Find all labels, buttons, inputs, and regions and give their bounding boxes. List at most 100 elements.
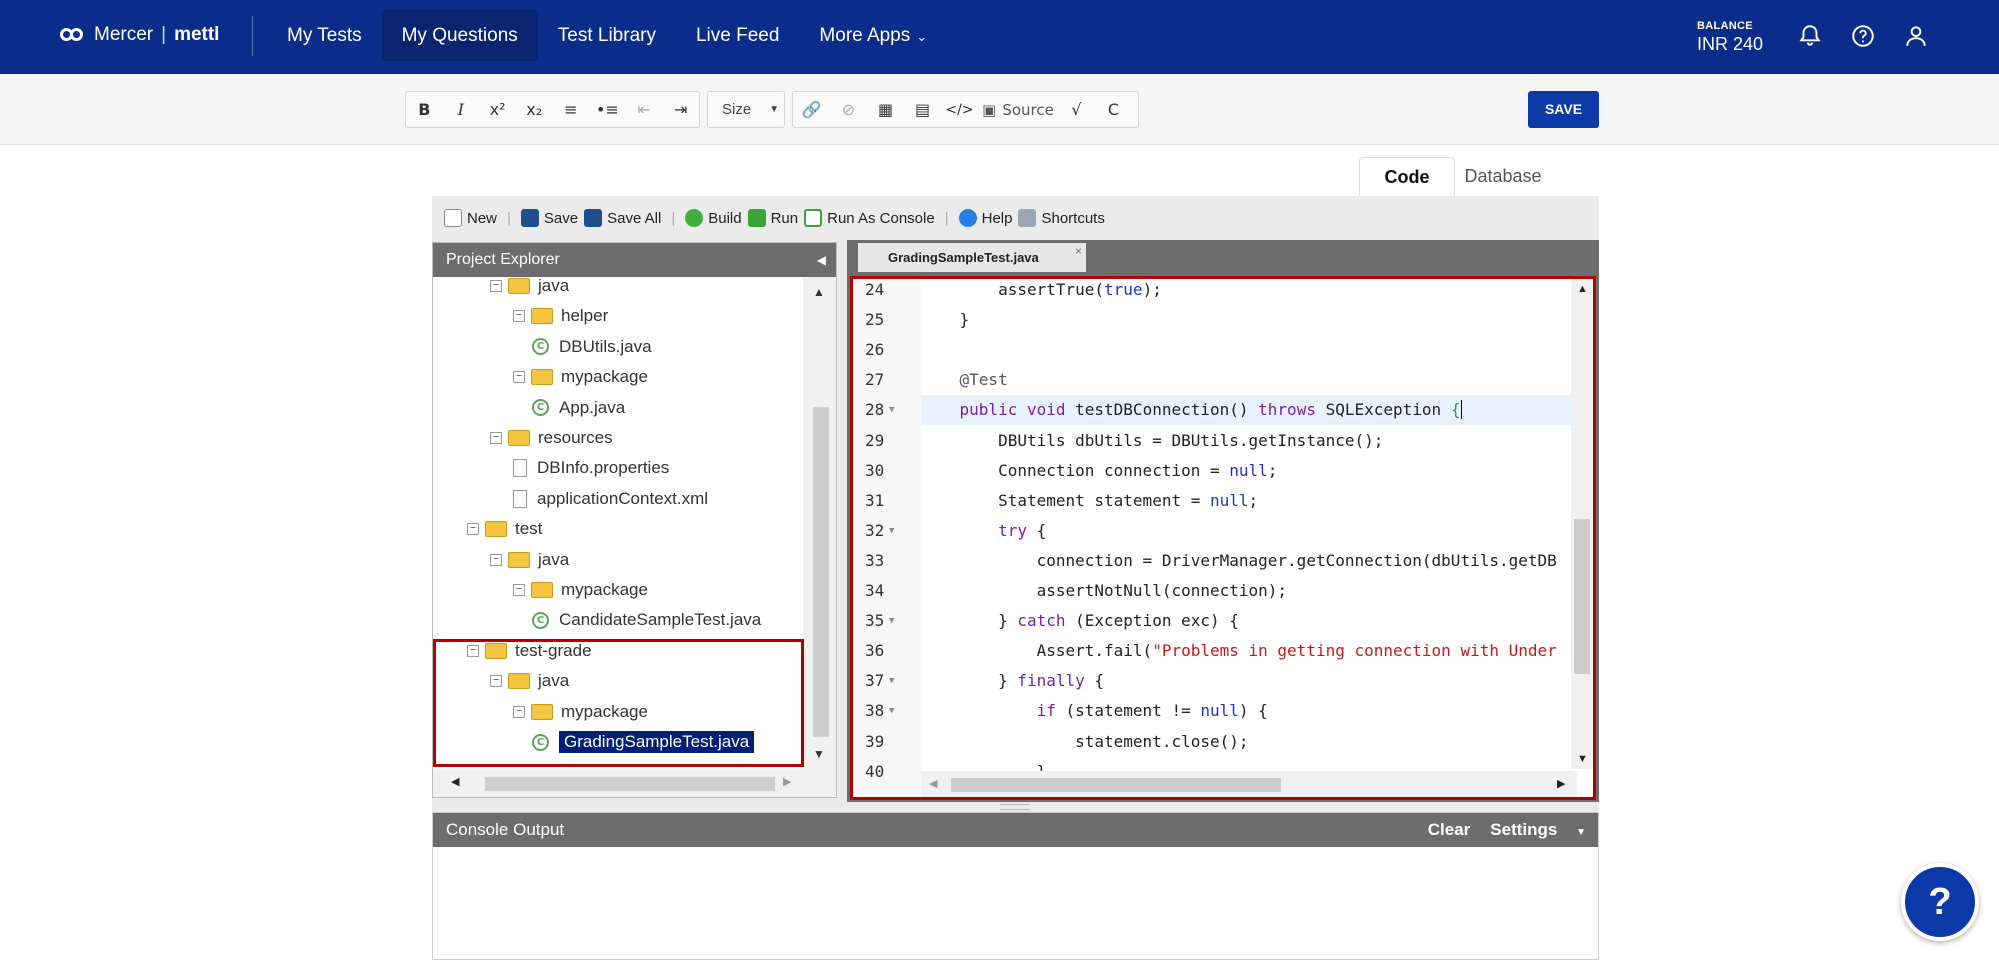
- collapse-toggle-icon[interactable]: −: [513, 310, 525, 323]
- scroll-down-icon[interactable]: ▼: [1577, 753, 1588, 765]
- scroll-right-icon[interactable]: ▶: [1557, 777, 1565, 790]
- code-line[interactable]: assertNotNull(connection);: [921, 576, 1571, 606]
- tree-node[interactable]: − mypackage: [513, 575, 648, 605]
- help-chat-button[interactable]: ?: [1901, 863, 1979, 941]
- nav-live-feed[interactable]: Live Feed: [676, 10, 799, 61]
- scroll-up-icon[interactable]: ▲: [813, 285, 825, 299]
- link-icon[interactable]: 🔗: [793, 92, 830, 127]
- nav-my-tests[interactable]: My Tests: [267, 10, 382, 61]
- scroll-down-icon[interactable]: ▼: [813, 747, 825, 761]
- code-line[interactable]: if (statement != null) {: [921, 696, 1571, 726]
- code-line[interactable]: }: [921, 305, 1571, 335]
- bold-icon[interactable]: B: [406, 92, 443, 127]
- collapse-toggle-icon[interactable]: −: [490, 432, 502, 444]
- tree-node[interactable]: − resources: [490, 423, 613, 453]
- new-button[interactable]: New: [444, 209, 497, 227]
- code-line[interactable]: Statement statement = null;: [921, 486, 1571, 516]
- console-settings-button[interactable]: Settings ▼: [1490, 813, 1586, 850]
- nav-test-library[interactable]: Test Library: [538, 10, 676, 61]
- run-as-console-button[interactable]: Run As Console: [804, 209, 935, 227]
- run-button[interactable]: Run: [747, 209, 798, 227]
- source-button[interactable]: ▣ Source: [978, 92, 1058, 127]
- unlink-icon[interactable]: ⊘: [830, 92, 867, 127]
- code-line[interactable]: } catch (Exception exc) {: [921, 606, 1571, 636]
- code-line[interactable]: DBUtils dbUtils = DBUtils.getInstance();: [921, 426, 1571, 456]
- tab-code[interactable]: Code: [1359, 157, 1455, 196]
- help-circle-icon[interactable]: [1850, 23, 1876, 49]
- code-area[interactable]: 24 25 26 27 28 ▼ 29 30 31 32 ▼ 33 34 35 ▼ 36 37 ▼ 38 ▼ 39 40 …: [850, 276, 1596, 800]
- tree-node[interactable]: C App.java: [532, 393, 625, 423]
- code-line[interactable]: assertTrue(true);: [921, 279, 1571, 305]
- close-tab-icon[interactable]: ×: [1075, 237, 1082, 266]
- collapse-toggle-icon[interactable]: −: [513, 584, 525, 596]
- tree-node[interactable]: − java: [490, 277, 569, 301]
- fold-arrow-icon[interactable]: ▼: [889, 516, 894, 546]
- collapse-toggle-icon[interactable]: −: [513, 371, 525, 384]
- bell-icon[interactable]: [1797, 23, 1823, 49]
- code-line[interactable]: Assert.fail("Problems in getting connect…: [921, 636, 1571, 666]
- clear-button[interactable]: Clear: [1428, 813, 1471, 850]
- tree-node[interactable]: DBInfo.properties: [513, 453, 669, 483]
- table-icon[interactable]: ▦: [867, 92, 904, 127]
- code-horizontal-scrollbar[interactable]: ◀ ▶: [921, 771, 1577, 797]
- panel-resize-handle[interactable]: [1000, 804, 1030, 810]
- collapse-panel-icon[interactable]: ◀: [817, 243, 826, 277]
- scrollbar-thumb[interactable]: [813, 407, 829, 737]
- superscript-icon[interactable]: x²: [479, 92, 516, 127]
- increase-indent-icon[interactable]: ⇥: [662, 92, 699, 127]
- font-size-select[interactable]: Size ▼: [707, 91, 785, 128]
- tree-node[interactable]: − java: [490, 545, 569, 575]
- code-line[interactable]: connection = DriverManager.getConnection…: [921, 546, 1571, 576]
- help-button[interactable]: Help: [958, 209, 1012, 227]
- save-button[interactable]: SAVE: [1528, 91, 1599, 128]
- code-line[interactable]: statement.close();: [921, 727, 1571, 757]
- subscript-icon[interactable]: x₂: [516, 92, 553, 127]
- ide-save-button[interactable]: Save: [520, 209, 578, 227]
- mercer-mettl-logo[interactable]: Mercer | mettl: [60, 24, 219, 46]
- scroll-left-icon[interactable]: ◀: [451, 775, 459, 788]
- build-button[interactable]: Build: [685, 209, 742, 227]
- code-line[interactable]: try {: [921, 516, 1571, 546]
- collapse-toggle-icon[interactable]: −: [467, 523, 479, 536]
- scrollbar-thumb[interactable]: [1574, 519, 1590, 674]
- tree-node[interactable]: C DBUtils.java: [532, 332, 652, 362]
- fold-arrow-icon[interactable]: ▼: [889, 696, 894, 726]
- code-line[interactable]: Connection connection = null;: [921, 456, 1571, 486]
- scroll-right-icon[interactable]: ▶: [783, 775, 791, 788]
- tree-node[interactable]: − helper: [513, 301, 608, 331]
- code-snippet-icon[interactable]: </>: [941, 92, 978, 127]
- math-formula-icon[interactable]: √: [1058, 92, 1095, 127]
- collapse-toggle-icon[interactable]: −: [490, 280, 502, 292]
- code-vertical-scrollbar[interactable]: ▲ ▼: [1571, 279, 1593, 769]
- user-profile-icon[interactable]: [1903, 23, 1929, 49]
- code-line[interactable]: public void testDBConnection() throws SQ…: [921, 395, 1571, 426]
- bulleted-list-icon[interactable]: •≡: [589, 92, 626, 127]
- scrollbar-thumb[interactable]: [951, 778, 1281, 792]
- save-all-button[interactable]: Save All: [584, 209, 661, 227]
- media-icon[interactable]: ▤: [904, 92, 941, 127]
- fold-arrow-icon[interactable]: ▼: [889, 395, 894, 425]
- tab-database[interactable]: Database: [1455, 157, 1551, 196]
- code-line[interactable]: [921, 335, 1571, 365]
- fold-arrow-icon[interactable]: ▼: [889, 666, 894, 696]
- italic-icon[interactable]: I: [443, 92, 480, 127]
- nav-more-apps[interactable]: More Apps ⌄: [799, 10, 947, 61]
- decrease-indent-icon[interactable]: ⇤: [626, 92, 663, 127]
- file-tab[interactable]: GradingSampleTest.java ×: [858, 243, 1086, 272]
- chemistry-icon[interactable]: C: [1095, 92, 1132, 127]
- fold-arrow-icon[interactable]: ▼: [889, 606, 894, 636]
- scroll-up-icon[interactable]: ▲: [1577, 283, 1588, 295]
- collapse-toggle-icon[interactable]: −: [490, 553, 502, 566]
- shortcuts-button[interactable]: Shortcuts: [1018, 209, 1105, 227]
- scroll-left-icon[interactable]: ◀: [929, 777, 937, 790]
- nav-my-questions[interactable]: My Questions: [381, 10, 538, 61]
- numbered-list-icon[interactable]: ≡: [553, 92, 590, 127]
- tree-node[interactable]: C CandidateSampleTest.java: [532, 605, 761, 635]
- tree-vertical-scrollbar[interactable]: ▲ ▼: [803, 277, 836, 769]
- tree-node[interactable]: − mypackage: [513, 362, 648, 392]
- scrollbar-thumb[interactable]: [485, 777, 775, 791]
- tree-horizontal-scrollbar[interactable]: ◀ ▶: [433, 769, 836, 797]
- code-line[interactable]: } finally {: [921, 666, 1571, 696]
- tree-node[interactable]: − test: [467, 514, 542, 544]
- tree-node[interactable]: applicationContext.xml: [513, 484, 708, 514]
